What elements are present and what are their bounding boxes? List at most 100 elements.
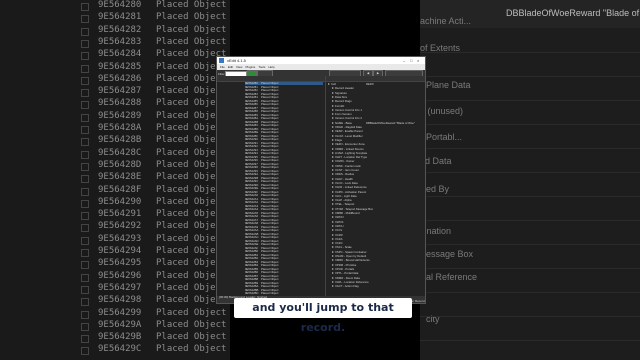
expand-icon[interactable] — [332, 207, 334, 210]
row-checkbox — [81, 27, 89, 36]
expand-icon[interactable] — [332, 272, 334, 275]
expand-icon[interactable] — [332, 181, 334, 184]
row-form-id: 9E56428B — [98, 135, 142, 146]
background-list-row: 9E564292 Placed Object — [0, 221, 230, 233]
expand-icon[interactable] — [332, 194, 334, 197]
expand-icon[interactable] — [332, 121, 334, 124]
expand-icon[interactable] — [332, 169, 334, 171]
expand-icon[interactable] — [332, 276, 334, 279]
expand-icon[interactable] — [332, 216, 334, 219]
maximize-icon[interactable]: □ — [410, 57, 412, 64]
expand-icon[interactable] — [332, 259, 334, 262]
close-icon[interactable]: × — [417, 57, 419, 64]
row-form-id: 9E564280 — [98, 0, 142, 10]
expand-icon[interactable] — [332, 280, 334, 283]
menu-item-edit[interactable]: Edit — [228, 65, 233, 69]
record-field-label: XACT - Action Flag — [335, 284, 359, 289]
background-record-view: DBBladeOfWoeReward "Blade of Woe" [WEAP:… — [420, 0, 640, 360]
background-field-label: Portabl... — [426, 132, 463, 142]
subtitle-caption: and you'll jump to that record. — [234, 298, 412, 334]
expand-icon[interactable] — [332, 285, 334, 288]
expand-icon[interactable] — [332, 130, 334, 133]
record-field-value: DBBladeOfWoeReward "Blade of Woe" — [366, 120, 415, 125]
row-form-id: 9E56429A — [98, 319, 142, 330]
row-form-id: 9E564293 — [98, 233, 142, 244]
expand-icon[interactable] — [332, 95, 334, 98]
row-checkbox — [81, 273, 89, 282]
expand-icon[interactable] — [332, 233, 334, 236]
record-field-row[interactable]: XLCM - Level Modifier — [328, 134, 423, 138]
minimize-icon[interactable]: – — [403, 57, 405, 64]
expand-icon[interactable] — [332, 255, 334, 257]
background-header-value: DBBladeOfWoeReward "Blade of Woe" [WEAP:… — [506, 8, 640, 18]
expand-icon[interactable] — [332, 267, 334, 270]
expand-icon[interactable] — [332, 147, 334, 150]
expand-icon[interactable] — [332, 104, 334, 107]
row-form-id: 9E564292 — [98, 221, 142, 232]
record-view: Cell REFR Record Header Signature Data Size R… — [326, 76, 425, 296]
expand-icon[interactable] — [332, 237, 334, 240]
row-checkbox — [81, 187, 89, 196]
background-list-row: 9E564296 Placed Object — [0, 271, 230, 283]
row-checkbox — [81, 126, 89, 134]
row-form-id: 9E564296 — [98, 270, 142, 281]
menu-item-file[interactable]: File — [220, 65, 225, 69]
expand-icon[interactable] — [332, 263, 334, 266]
row-checkbox — [81, 236, 89, 245]
expand-icon[interactable] — [332, 186, 334, 189]
background-field-label: achine Acti... — [420, 16, 472, 26]
expand-icon[interactable] — [332, 224, 334, 227]
expand-icon[interactable] — [332, 220, 334, 223]
row-checkbox — [81, 101, 89, 110]
menu-item-help[interactable]: Help — [268, 65, 274, 69]
background-grid-line — [420, 244, 640, 245]
row-form-id: 9E56428D — [98, 159, 142, 170]
background-list-row: 9E564295 Placed Object — [0, 258, 230, 270]
expand-icon[interactable] — [332, 151, 334, 154]
background-list-row: 9E564283 Placed Object — [0, 37, 230, 49]
expand-icon[interactable] — [332, 164, 334, 167]
row-checkbox — [81, 52, 89, 61]
background-list-row: 9E564285 Placed Object — [0, 62, 230, 74]
menu-item-plugins[interactable]: Plugins — [245, 65, 255, 69]
row-form-id: 9E564297 — [98, 282, 142, 293]
expand-icon[interactable] — [332, 87, 334, 90]
row-record-name: Placed Object — [156, 0, 227, 10]
expand-icon[interactable] — [332, 126, 334, 128]
background-record-list: 9E564280 Placed Object 9E564281 Placed Obje… — [0, 0, 230, 360]
row-form-id: 9E56428F — [98, 184, 142, 195]
row-form-id: 9E564288 — [98, 98, 142, 109]
record-field-row[interactable]: XACT - Action Flag — [328, 285, 423, 288]
expand-icon[interactable] — [332, 117, 334, 120]
row-form-id: 9E564281 — [98, 12, 142, 23]
expand-icon[interactable] — [332, 108, 334, 111]
background-grid-line — [420, 124, 640, 125]
expand-icon[interactable] — [332, 100, 334, 103]
menu-item-view[interactable]: View — [236, 65, 242, 69]
background-list-row: 9E564290 Placed Object — [0, 197, 230, 209]
expand-icon[interactable] — [332, 91, 334, 94]
expand-icon[interactable] — [332, 250, 334, 253]
menu-item-tools[interactable]: Tools — [258, 65, 265, 69]
expand-icon[interactable] — [332, 134, 334, 137]
expand-icon[interactable] — [332, 156, 334, 159]
expand-icon[interactable] — [332, 199, 334, 202]
expand-icon[interactable] — [332, 203, 334, 206]
expand-icon[interactable] — [332, 113, 334, 116]
expand-icon[interactable] — [332, 229, 334, 232]
record-column-header[interactable] — [326, 76, 425, 82]
expand-icon[interactable] — [328, 83, 330, 85]
background-list-row: 9E56429B Placed Object — [0, 332, 230, 344]
row-form-id: 9E564299 — [98, 307, 142, 318]
expand-icon[interactable] — [332, 138, 334, 141]
expand-icon[interactable] — [332, 160, 334, 163]
expand-icon[interactable] — [332, 143, 334, 146]
expand-icon[interactable] — [332, 212, 334, 214]
expand-icon[interactable] — [332, 246, 334, 249]
expand-icon[interactable] — [332, 177, 334, 180]
row-form-id: 9E564283 — [98, 36, 142, 47]
expand-icon[interactable] — [332, 242, 334, 245]
expand-icon[interactable] — [332, 190, 334, 193]
expand-icon[interactable] — [332, 173, 334, 176]
row-record-name: Placed Object — [156, 344, 227, 355]
